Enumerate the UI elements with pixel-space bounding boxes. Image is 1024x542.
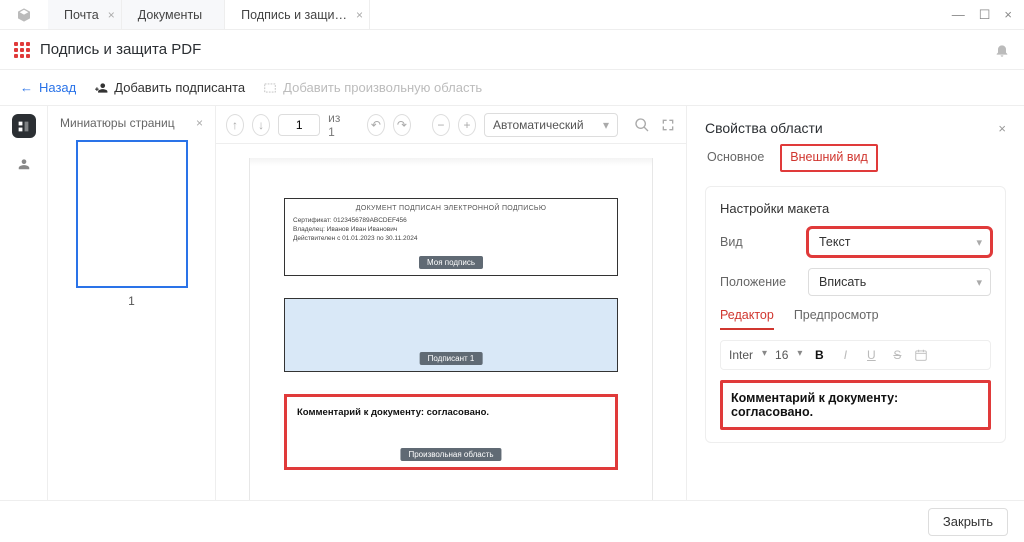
titlebar: Почта × Документы Подпись и защи… × — ☐ × [0, 0, 1024, 30]
person-add-icon [94, 81, 108, 95]
properties-panel: Свойства области × Основное Внешний вид … [686, 106, 1024, 500]
footer: Закрыть [0, 500, 1024, 542]
page-number-input[interactable] [278, 114, 320, 136]
thumbnail-page-number: 1 [58, 294, 205, 308]
window-controls: — ☐ × [952, 7, 1024, 23]
editor-text: Комментарий к документу: согласовано. [731, 391, 898, 419]
position-value: Вписать [819, 275, 866, 289]
field-chip: Произвольная область [400, 448, 501, 461]
signature-meta: Сертификат: 0123456789ABCDEF456 Владелец… [285, 212, 617, 253]
document-canvas[interactable]: ДОКУМЕНТ ПОДПИСАН ЭЛЕКТРОННОЙ ПОДПИСЬЮ С… [216, 144, 686, 500]
tab-mail[interactable]: Почта × [48, 0, 122, 29]
logo-icon [16, 7, 32, 23]
layout-title: Настройки макета [720, 201, 991, 216]
position-label: Положение [720, 275, 808, 289]
tab-label: Подпись и защи… [241, 8, 347, 22]
valid-line: Действителен с 01.01.2023 по 30.11.2024 [293, 234, 609, 243]
back-label: Назад [39, 80, 76, 95]
close-icon[interactable]: × [108, 8, 115, 22]
thumbnails-icon[interactable] [12, 114, 36, 138]
zoom-in-button[interactable]: + [458, 114, 476, 136]
kind-label: Вид [720, 235, 808, 249]
thumbnails-title: Миниатюры страниц [60, 116, 175, 130]
next-page-button[interactable]: ↓ [252, 114, 270, 136]
editor-subtabs: Редактор Предпросмотр [720, 308, 991, 330]
apps-grid-icon[interactable] [14, 42, 30, 58]
signer-field[interactable]: Подписант 1 [284, 298, 618, 372]
rotate-left-button[interactable]: ↶ [367, 114, 385, 136]
notifications-icon[interactable] [994, 42, 1010, 58]
layout-settings-card: Настройки макета Вид Текст Положение Впи… [705, 186, 1006, 443]
rotate-right-button[interactable]: ↷ [393, 114, 411, 136]
subtab-editor[interactable]: Редактор [720, 308, 774, 330]
custom-area-text: Комментарий к документу: согласовано. [297, 407, 605, 418]
add-area-label: Добавить произвольную область [283, 80, 482, 95]
maximize-icon[interactable]: ☐ [979, 7, 991, 23]
field-chip: Моя подпись [419, 256, 483, 269]
signature-doc-title: ДОКУМЕНТ ПОДПИСАН ЭЛЕКТРОННОЙ ПОДПИСЬЮ [285, 199, 617, 212]
document-area: ↑ ↓ из 1 ↶ ↷ − + Автоматический ДОКУМЕНТ… [216, 106, 686, 500]
signers-icon[interactable] [12, 152, 36, 176]
italic-icon[interactable]: I [836, 348, 854, 362]
properties-title: Свойства области [705, 120, 823, 136]
arrow-left-icon: ← [20, 80, 33, 95]
search-icon[interactable] [634, 117, 650, 133]
underline-icon[interactable]: U [862, 348, 880, 362]
properties-body: Настройки макета Вид Текст Положение Впи… [687, 172, 1024, 500]
close-icon[interactable]: × [356, 8, 363, 22]
tab-main[interactable]: Основное [705, 144, 766, 172]
form-row-kind: Вид Текст [720, 228, 991, 256]
add-signer-button[interactable]: Добавить подписанта [94, 80, 245, 95]
tab-sign-protect[interactable]: Подпись и защи… × [225, 0, 370, 29]
page-title: Подпись и защита PDF [40, 41, 201, 58]
page-thumbnail[interactable] [76, 140, 188, 288]
bold-icon[interactable]: B [810, 348, 828, 362]
document-page: ДОКУМЕНТ ПОДПИСАН ЭЛЕКТРОННОЙ ПОДПИСЬЮ С… [249, 158, 653, 500]
font-family-select[interactable]: Inter [729, 348, 767, 362]
action-bar: ← Назад Добавить подписанта Добавить про… [0, 70, 1024, 106]
close-button[interactable]: Закрыть [928, 508, 1008, 536]
close-window-icon[interactable]: × [1004, 7, 1012, 23]
close-panel-icon[interactable]: × [196, 116, 203, 130]
zoom-out-button[interactable]: − [432, 114, 450, 136]
font-size-select[interactable]: 16 [775, 348, 802, 362]
text-editor-input[interactable]: Комментарий к документу: согласовано. [720, 380, 991, 430]
thumbnails-panel: Миниатюры страниц × 1 [48, 106, 216, 500]
position-select[interactable]: Вписать [808, 268, 991, 296]
strikethrough-icon[interactable]: S [888, 348, 906, 362]
zoom-value: Автоматический [493, 118, 584, 132]
my-signature-field[interactable]: ДОКУМЕНТ ПОДПИСАН ЭЛЕКТРОННОЙ ПОДПИСЬЮ С… [284, 198, 618, 276]
page-of-label: из 1 [328, 111, 346, 139]
add-area-button: Добавить произвольную область [263, 80, 482, 95]
field-chip: Подписант 1 [420, 352, 483, 365]
left-rail [0, 106, 48, 500]
insert-date-icon[interactable] [914, 348, 932, 362]
app-logo [0, 7, 48, 23]
kind-value: Текст [819, 235, 850, 249]
back-button[interactable]: ← Назад [20, 80, 76, 95]
owner-line: Владелец: Иванов Иван Иванович [293, 225, 609, 234]
custom-area-field[interactable]: Комментарий к документу: согласовано. Пр… [284, 394, 618, 470]
document-toolbar: ↑ ↓ из 1 ↶ ↷ − + Автоматический [216, 106, 686, 144]
text-editor-toolbar: Inter 16 B I U S [720, 340, 991, 370]
zoom-select[interactable]: Автоматический [484, 113, 618, 137]
cert-line: Сертификат: 0123456789ABCDEF456 [293, 216, 609, 225]
form-row-position: Положение Вписать [720, 268, 991, 296]
subtab-preview[interactable]: Предпросмотр [794, 308, 879, 330]
dashed-rect-icon [263, 81, 277, 95]
page-header: Подпись и защита PDF [0, 30, 1024, 70]
close-panel-icon[interactable]: × [998, 121, 1006, 136]
tab-label: Почта [64, 8, 99, 22]
properties-tabs: Основное Внешний вид [687, 144, 1024, 172]
prev-page-button[interactable]: ↑ [226, 114, 244, 136]
tab-documents[interactable]: Документы [122, 0, 225, 29]
fullscreen-icon[interactable] [660, 117, 676, 133]
main: Миниатюры страниц × 1 ↑ ↓ из 1 ↶ ↷ − + А… [0, 106, 1024, 500]
tab-label: Документы [138, 8, 202, 22]
kind-select[interactable]: Текст [808, 228, 991, 256]
app-tabs: Почта × Документы Подпись и защи… × [48, 0, 370, 29]
minimize-icon[interactable]: — [952, 7, 965, 23]
tab-appearance[interactable]: Внешний вид [780, 144, 877, 172]
add-signer-label: Добавить подписанта [114, 80, 245, 95]
